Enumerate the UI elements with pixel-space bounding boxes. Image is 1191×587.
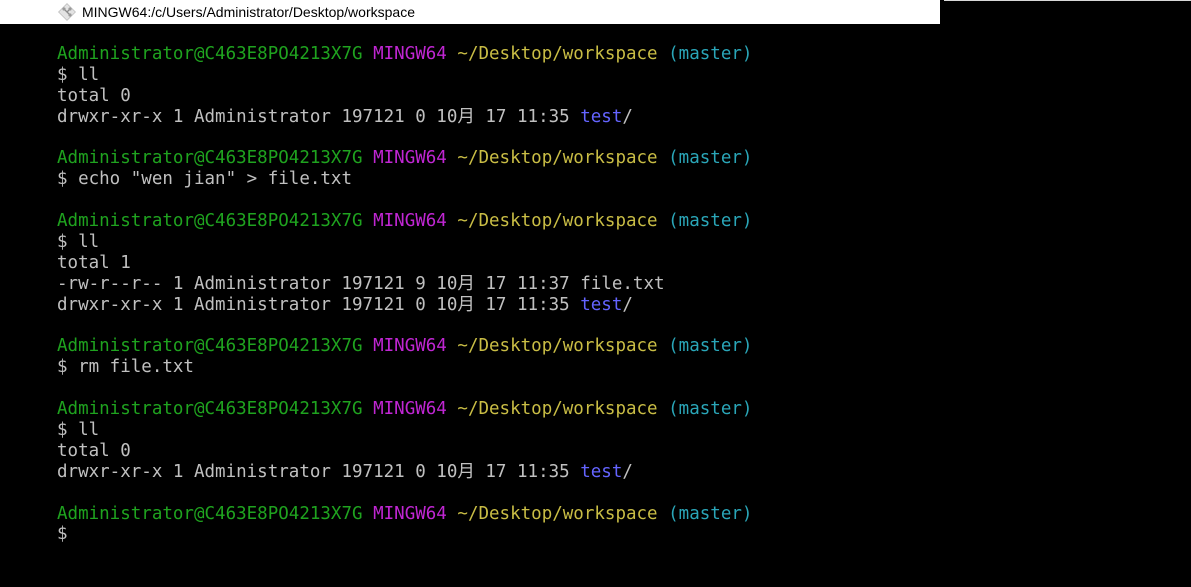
terminal-text-default: $ ll bbox=[57, 64, 100, 85]
terminal-text-path: ~/Desktop/workspace bbox=[457, 211, 658, 232]
terminal-line-command: $ ll bbox=[57, 65, 1177, 86]
terminal-text-branch: (master) bbox=[668, 336, 753, 357]
terminal-text-path: ~/Desktop/workspace bbox=[457, 399, 658, 420]
terminal-text-path: ~/Desktop/workspace bbox=[457, 503, 658, 524]
terminal-text-path: ~/Desktop/workspace bbox=[457, 148, 658, 169]
terminal-line-prompt: Administrator@C463E8PO4213X7G MINGW64 ~/… bbox=[57, 211, 1177, 232]
terminal-text-user_host: Administrator@C463E8PO4213X7G bbox=[57, 44, 363, 64]
terminal-text-user_host: Administrator@C463E8PO4213X7G bbox=[57, 211, 363, 232]
terminal-text-default bbox=[447, 504, 458, 524]
terminal-text-shell_name: MINGW64 bbox=[373, 503, 447, 524]
terminal-text-default: total 0 bbox=[57, 85, 131, 106]
terminal-line-output: drwxr-xr-x 1 Administrator 197121 0 10月 … bbox=[57, 295, 1177, 316]
terminal-line-output: -rw-r--r-- 1 Administrator 197121 9 10月 … bbox=[57, 274, 1177, 295]
terminal-text-branch: (master) bbox=[668, 399, 753, 420]
terminal-line-output: total 1 bbox=[57, 253, 1177, 274]
terminal-text-user_host: Administrator@C463E8PO4213X7G bbox=[57, 148, 363, 169]
terminal-text-default bbox=[447, 399, 458, 419]
terminal-text-branch: (master) bbox=[668, 503, 753, 524]
window-title: MINGW64:/c/Users/Administrator/Desktop/w… bbox=[82, 4, 415, 20]
terminal-text-default bbox=[658, 399, 669, 419]
terminal-text-default bbox=[447, 44, 458, 64]
terminal-text-default: $ rm file.txt bbox=[57, 357, 194, 378]
terminal-text-default bbox=[447, 336, 458, 356]
terminal-text-default bbox=[658, 336, 669, 356]
terminal-text-default bbox=[363, 336, 374, 356]
terminal-line-command: $ echo "wen jian" > file.txt bbox=[57, 169, 1177, 190]
terminal-text-directory: test bbox=[580, 294, 623, 315]
terminal-text-user_host: Administrator@C463E8PO4213X7G bbox=[57, 399, 363, 420]
terminal-text-default: -rw-r--r-- 1 Administrator 197121 9 10月 … bbox=[57, 273, 665, 294]
terminal-text-default bbox=[363, 399, 374, 419]
terminal-text-default bbox=[447, 148, 458, 168]
terminal-text-default bbox=[447, 211, 458, 231]
terminal-text-shell_name: MINGW64 bbox=[373, 44, 447, 64]
terminal-text-default: / bbox=[622, 106, 633, 127]
terminal-text-default: $ echo "wen jian" > file.txt bbox=[57, 169, 353, 190]
terminal-text-default bbox=[658, 211, 669, 231]
terminal-text-default: / bbox=[622, 294, 633, 315]
terminal-text-path: ~/Desktop/workspace bbox=[457, 44, 658, 64]
terminal-text-default: drwxr-xr-x 1 Administrator 197121 0 10月 … bbox=[57, 106, 581, 127]
terminal-text-default: $ ll bbox=[57, 420, 100, 441]
terminal-output[interactable]: Administrator@C463E8PO4213X7G MINGW64 ~/… bbox=[57, 44, 1177, 584]
terminal-text-default: drwxr-xr-x 1 Administrator 197121 0 10月 … bbox=[57, 461, 581, 482]
terminal-line-output: total 0 bbox=[57, 86, 1177, 107]
terminal-text-default bbox=[658, 44, 669, 64]
terminal-text-directory: test bbox=[580, 461, 623, 482]
terminal-text-default bbox=[658, 504, 669, 524]
titlebar-divider bbox=[944, 0, 1191, 1]
terminal-text-path: ~/Desktop/workspace bbox=[457, 336, 658, 357]
terminal-line-prompt: Administrator@C463E8PO4213X7G MINGW64 ~/… bbox=[57, 336, 1177, 357]
terminal-text-shell_name: MINGW64 bbox=[373, 148, 447, 169]
terminal-text-default bbox=[363, 504, 374, 524]
terminal-line-prompt: Administrator@C463E8PO4213X7G MINGW64 ~/… bbox=[57, 504, 1177, 525]
terminal-text-default bbox=[658, 148, 669, 168]
git-bash-icon bbox=[58, 3, 76, 21]
terminal-line-command: $ rm file.txt bbox=[57, 357, 1177, 378]
terminal-text-default bbox=[363, 148, 374, 168]
terminal-line-command: $ ll bbox=[57, 232, 1177, 253]
terminal-text-default: / bbox=[622, 461, 633, 482]
terminal-text-branch: (master) bbox=[668, 148, 753, 169]
terminal-line-prompt: Administrator@C463E8PO4213X7G MINGW64 ~/… bbox=[57, 399, 1177, 420]
terminal-line-output: drwxr-xr-x 1 Administrator 197121 0 10月 … bbox=[57, 462, 1177, 483]
terminal-text-default bbox=[363, 211, 374, 231]
terminal-text-branch: (master) bbox=[668, 44, 753, 64]
terminal-text-default: total 1 bbox=[57, 252, 131, 273]
terminal-line-command: $ ll bbox=[57, 420, 1177, 441]
terminal-line-output: total 0 bbox=[57, 441, 1177, 462]
terminal-line-command: $ bbox=[57, 524, 1177, 545]
terminal-text-user_host: Administrator@C463E8PO4213X7G bbox=[57, 336, 363, 357]
terminal-line-output: drwxr-xr-x 1 Administrator 197121 0 10月 … bbox=[57, 107, 1177, 128]
terminal-text-shell_name: MINGW64 bbox=[373, 399, 447, 420]
terminal-text-directory: test bbox=[580, 106, 623, 127]
terminal-text-default: drwxr-xr-x 1 Administrator 197121 0 10月 … bbox=[57, 294, 581, 315]
terminal-text-default: $ ll bbox=[57, 232, 100, 253]
terminal-line-prompt: Administrator@C463E8PO4213X7G MINGW64 ~/… bbox=[57, 44, 1177, 65]
window-titlebar[interactable]: MINGW64:/c/Users/Administrator/Desktop/w… bbox=[0, 0, 940, 24]
terminal-text-user_host: Administrator@C463E8PO4213X7G bbox=[57, 503, 363, 524]
terminal-text-default: $ bbox=[57, 524, 68, 545]
terminal-text-shell_name: MINGW64 bbox=[373, 211, 447, 232]
terminal-text-branch: (master) bbox=[668, 211, 753, 232]
terminal-text-default bbox=[363, 44, 374, 64]
terminal-text-shell_name: MINGW64 bbox=[373, 336, 447, 357]
terminal-line-prompt: Administrator@C463E8PO4213X7G MINGW64 ~/… bbox=[57, 148, 1177, 169]
terminal-text-default: total 0 bbox=[57, 440, 131, 461]
